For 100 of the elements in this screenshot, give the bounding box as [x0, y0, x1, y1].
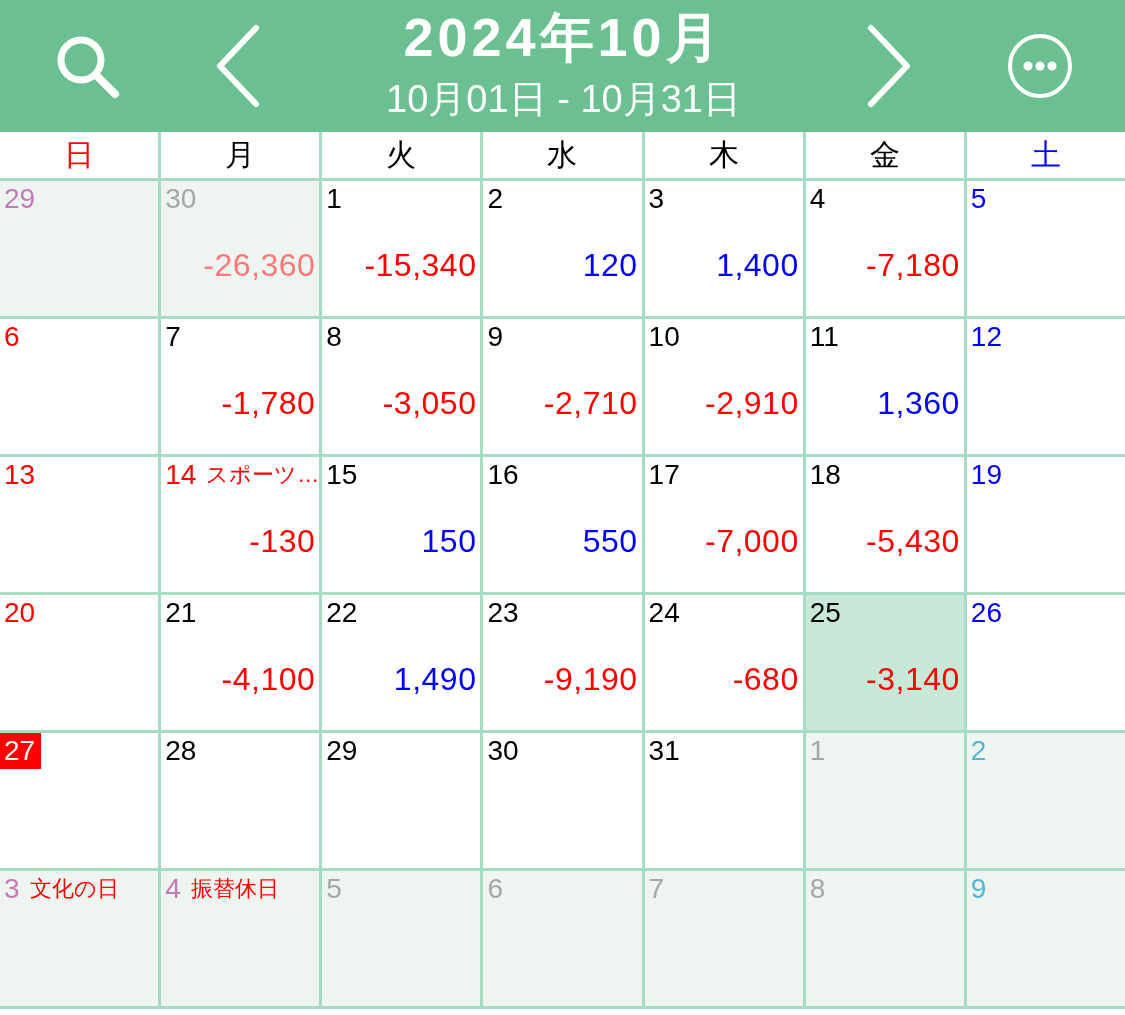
amount-text: 1,490: [393, 661, 477, 697]
amount-text: 1,360: [877, 385, 960, 421]
calendar-day-cell[interactable]: 2 120: [483, 181, 642, 316]
weekday-label: 金: [869, 137, 900, 173]
weekday-label: 木: [708, 137, 739, 173]
calendar-day-cell[interactable]: 14 スポーツ… -130: [161, 457, 320, 592]
holiday-label: スポーツ…: [206, 461, 320, 489]
calendar-day-cell[interactable]: 25 -3,140: [805, 595, 964, 730]
date-range-subtitle: 10月01日 - 10月31日: [386, 77, 741, 121]
weekday-label: 火: [386, 137, 417, 173]
date-number: 17: [647, 458, 681, 492]
weekday-label: 日: [64, 137, 95, 173]
holiday-label: 振替休日: [190, 875, 279, 903]
amount-text: 120: [582, 247, 638, 283]
calendar-day-cell[interactable]: 28: [161, 733, 320, 868]
calendar-day-cell[interactable]: 15 150: [322, 457, 481, 592]
date-number: 8: [325, 320, 343, 354]
amount-text: -3,050: [382, 385, 477, 421]
date-number: 18: [808, 458, 842, 492]
date-number: 13: [3, 458, 37, 492]
date-number: 30: [164, 182, 198, 216]
amount-text: -2,910: [704, 385, 799, 421]
calendar-day-cell[interactable]: 11 1,360: [805, 319, 964, 454]
calendar-day-cell[interactable]: 21 -4,100: [161, 595, 320, 730]
calendar-day-cell[interactable]: 5: [966, 181, 1125, 316]
amount-text: -15,340: [364, 247, 477, 283]
amount-text: -2,710: [543, 385, 638, 421]
date-number: 9: [969, 872, 988, 906]
weekday-label: 土: [1030, 137, 1061, 173]
calendar-day-cell[interactable]: 12: [966, 319, 1125, 454]
date-number: 24: [647, 596, 681, 630]
calendar-day-cell[interactable]: 4 振替休日: [161, 871, 320, 1006]
date-number: 2: [969, 734, 988, 768]
calendar-day-cell[interactable]: 24 -680: [644, 595, 803, 730]
calendar-day-cell[interactable]: 23 -9,190: [483, 595, 642, 730]
calendar-day-cell[interactable]: 27: [0, 733, 159, 868]
calendar-day-cell[interactable]: 17 -7,000: [644, 457, 803, 592]
calendar-day-cell[interactable]: 18 -5,430: [805, 457, 964, 592]
date-number: 10: [647, 320, 681, 354]
calendar-day-cell[interactable]: 8 -3,050: [322, 319, 481, 454]
amount-text: -3,140: [866, 661, 960, 697]
amount-text: 150: [421, 523, 477, 559]
holiday-label: 文化の日: [29, 875, 119, 903]
date-number: 1: [808, 734, 827, 768]
calendar-day-cell[interactable]: 19: [966, 457, 1125, 592]
amount-text: -7,180: [866, 247, 960, 283]
more-button[interactable]: [1005, 31, 1075, 101]
date-number: 29: [325, 734, 359, 768]
more-icon: [1007, 33, 1073, 99]
calendar-day-cell[interactable]: 20: [0, 595, 159, 730]
date-number: 6: [486, 872, 504, 906]
calendar-day-cell[interactable]: 13: [0, 457, 159, 592]
date-number: 11: [808, 320, 840, 354]
date-number: 30: [486, 734, 520, 768]
date-number: 28: [164, 734, 198, 768]
calendar-day-cell[interactable]: 31: [644, 733, 803, 868]
amount-text: -4,100: [221, 661, 316, 697]
amount-text: 1,400: [716, 247, 799, 283]
calendar-day-cell[interactable]: 4 -7,180: [805, 181, 964, 316]
calendar-day-cell[interactable]: 7 -1,780: [161, 319, 320, 454]
date-number: 26: [969, 596, 1003, 630]
date-number: 19: [969, 458, 1003, 492]
calendar-day-cell[interactable]: 3 文化の日: [0, 871, 159, 1006]
date-number: 31: [647, 734, 681, 768]
amount-text: -130: [249, 523, 316, 559]
calendar-day-cell[interactable]: 6: [0, 319, 159, 454]
calendar-day-cell[interactable]: 10 -2,910: [644, 319, 803, 454]
date-number: 22: [325, 596, 359, 630]
amount-text: -7,000: [704, 523, 799, 559]
date-number: 2: [486, 182, 504, 216]
calendar-day-cell[interactable]: 29: [322, 733, 481, 868]
date-number: 5: [325, 872, 343, 906]
date-number: 4: [808, 182, 827, 216]
weekday-label: 水: [547, 137, 578, 173]
calendar-day-cell[interactable]: 1 -15,340: [322, 181, 481, 316]
date-number: 25: [808, 596, 842, 630]
date-number: 23: [486, 596, 520, 630]
calendar-day-cell[interactable]: 26: [966, 595, 1125, 730]
amount-text: -680: [732, 661, 799, 697]
date-number: 3: [647, 182, 666, 216]
calendar-day-cell[interactable]: 22 1,490: [322, 595, 481, 730]
date-number: 7: [647, 872, 666, 906]
date-number: 20: [3, 596, 37, 630]
date-number: 6: [3, 320, 21, 354]
calendar-day-cell[interactable]: 30: [483, 733, 642, 868]
date-number: 9: [486, 320, 504, 354]
date-number: 21: [164, 596, 198, 630]
date-number: 1: [325, 182, 343, 216]
date-number: 7: [164, 320, 182, 354]
calendar-day-cell[interactable]: 3 1,400: [644, 181, 803, 316]
date-number: 16: [486, 458, 520, 492]
amount-text: -5,430: [866, 523, 960, 559]
calendar-day-cell[interactable]: 16 550: [483, 457, 642, 592]
amount-text: -9,190: [543, 661, 638, 697]
date-number: 3: [3, 872, 21, 906]
date-number: 5: [969, 182, 988, 216]
date-number: 12: [969, 320, 1003, 354]
calendar-day-cell[interactable]: 9 -2,710: [483, 319, 642, 454]
date-number: 15: [325, 458, 359, 492]
date-number: 14: [164, 458, 198, 492]
